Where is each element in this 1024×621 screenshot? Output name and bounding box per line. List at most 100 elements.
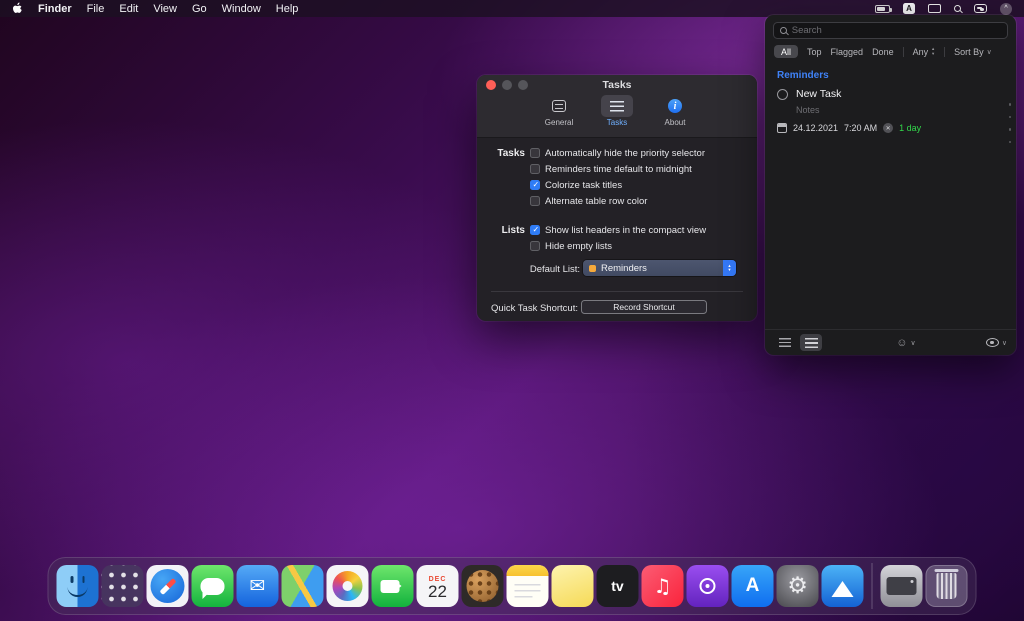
dock-calendar-icon[interactable]: DEC 22 <box>417 565 459 607</box>
menu-window[interactable]: Window <box>222 3 261 15</box>
compact-list-icon <box>779 338 791 347</box>
task-notes-placeholder[interactable]: Notes <box>796 105 1016 115</box>
dock-contacts-icon[interactable] <box>462 565 504 607</box>
apple-menu-icon[interactable] <box>12 2 23 15</box>
duration-badge: 1 day <box>899 123 921 133</box>
checkbox-label: Hide empty lists <box>545 241 612 252</box>
compact-view-button[interactable] <box>774 334 796 351</box>
smiley-icon: ☺ <box>896 337 907 349</box>
detail-list-icon <box>805 338 818 348</box>
tab-tasks[interactable]: Tasks <box>596 95 638 137</box>
filter-flagged[interactable]: Flagged <box>831 47 864 57</box>
filter-top[interactable]: Top <box>807 47 822 57</box>
default-list-dropdown[interactable]: Reminders ▲▼ <box>583 260 736 276</box>
record-shortcut-button[interactable]: Record Shortcut <box>581 300 707 314</box>
active-app-name[interactable]: Finder <box>38 3 72 15</box>
panel-bottom-toolbar: ☺ ∨ ∨ <box>765 329 1016 355</box>
dock-external-drive-icon[interactable] <box>881 565 923 607</box>
close-button[interactable] <box>486 80 496 90</box>
dock-music-icon[interactable]: ♫ <box>642 565 684 607</box>
dock-tasks-app-icon[interactable] <box>822 565 864 607</box>
filter-all[interactable]: All <box>774 45 798 58</box>
checkbox-hide-priority[interactable] <box>530 148 540 158</box>
battery-icon[interactable] <box>875 5 890 13</box>
checkbox-time-midnight[interactable] <box>530 164 540 174</box>
tasks-section-label: Tasks <box>477 148 525 159</box>
chevron-down-icon: ∨ <box>910 339 915 347</box>
search-input[interactable] <box>792 25 1001 36</box>
calendar-icon <box>777 123 787 133</box>
title-bar[interactable]: Tasks <box>477 75 757 94</box>
window-chrome: Tasks General Tasks i About <box>477 75 757 138</box>
menu-help[interactable]: Help <box>276 3 299 15</box>
chevron-down-icon: ∨ <box>1002 339 1007 347</box>
dock-stickies-icon[interactable] <box>552 565 594 607</box>
search-icon[interactable] <box>954 5 961 12</box>
divider <box>944 47 945 57</box>
emoji-dropdown[interactable]: ☺ ∨ <box>826 337 986 349</box>
sort-by-dropdown[interactable]: Sort By ∨ <box>954 47 992 57</box>
tab-tasks-label: Tasks <box>607 118 627 127</box>
dock-trash-icon[interactable] <box>926 565 968 607</box>
dock-photos-icon[interactable] <box>327 565 369 607</box>
clear-date-icon[interactable]: ✕ <box>883 123 893 133</box>
prefs-toolbar: General Tasks i About <box>477 94 757 137</box>
checkbox-label: Automatically hide the priority selector <box>545 148 705 159</box>
display-mirroring-icon[interactable] <box>928 4 941 13</box>
dock-safari-icon[interactable] <box>147 565 189 607</box>
filter-done[interactable]: Done <box>872 47 894 57</box>
dock-podcasts-icon[interactable] <box>687 565 729 607</box>
due-date: 24.12.2021 <box>793 123 838 133</box>
tasks-preferences-window: Tasks General Tasks i About Tasks <box>477 75 757 321</box>
dock-messages-icon[interactable] <box>192 565 234 607</box>
visibility-dropdown[interactable]: ∨ <box>986 338 1007 347</box>
reminders-section-header[interactable]: Reminders <box>777 70 1004 81</box>
checkbox-hide-empty-lists[interactable] <box>530 241 540 251</box>
checkbox-colorize-titles[interactable] <box>530 180 540 190</box>
option-row: Colorize task titles <box>530 179 622 191</box>
dock-launchpad-icon[interactable] <box>102 565 144 607</box>
divider <box>903 47 904 57</box>
tab-about[interactable]: i About <box>654 95 696 137</box>
dock-finder-icon[interactable] <box>57 565 99 607</box>
detail-view-button[interactable] <box>800 334 822 351</box>
quick-task-shortcut-label: Quick Task Shortcut: <box>477 303 578 314</box>
menu-view[interactable]: View <box>153 3 177 15</box>
dock-facetime-icon[interactable] <box>372 565 414 607</box>
menu-go[interactable]: Go <box>192 3 207 15</box>
chevron-down-icon: ∨ <box>987 48 992 56</box>
dock-appletv-icon[interactable]: tv <box>597 565 639 607</box>
general-icon <box>552 100 566 112</box>
sort-by-label: Sort By <box>954 47 984 57</box>
input-source-icon[interactable]: A <box>903 3 915 14</box>
checkbox-alternate-rows[interactable] <box>530 196 540 206</box>
search-field[interactable] <box>773 22 1008 39</box>
tv-label: tv <box>611 578 623 594</box>
zoom-button[interactable] <box>518 80 528 90</box>
window-title: Tasks <box>603 79 632 91</box>
checkbox-show-list-headers[interactable] <box>530 225 540 235</box>
dock-mail-icon[interactable]: ✉ <box>237 565 279 607</box>
default-list-label: Default List: <box>477 264 580 275</box>
dock-separator <box>872 563 873 609</box>
popup-arrows-icon: ▲▼ <box>931 47 935 56</box>
option-row: Reminders time default to midnight <box>530 163 692 175</box>
minimize-button[interactable] <box>502 80 512 90</box>
tab-general[interactable]: General <box>538 95 580 137</box>
priority-dots <box>1009 103 1012 143</box>
dock-appstore-icon[interactable]: A <box>732 565 774 607</box>
task-row[interactable]: New Task <box>777 88 1004 100</box>
dock-system-preferences-icon[interactable]: ⚙ <box>777 565 819 607</box>
checkbox-label: Colorize task titles <box>545 180 622 191</box>
control-center-icon[interactable] <box>974 4 987 13</box>
dock-maps-icon[interactable] <box>282 565 324 607</box>
task-complete-circle[interactable] <box>777 89 788 100</box>
checkbox-label: Reminders time default to midnight <box>545 164 692 175</box>
menu-file[interactable]: File <box>87 3 105 15</box>
menu-edit[interactable]: Edit <box>119 3 138 15</box>
user-chevron-icon[interactable]: ^ <box>1000 3 1012 15</box>
dock-notes-icon[interactable] <box>507 565 549 607</box>
any-filter-dropdown[interactable]: Any ▲▼ <box>913 47 935 57</box>
prefs-content: Tasks Automatically hide the priority se… <box>477 138 757 321</box>
default-list-value: Reminders <box>601 263 718 274</box>
